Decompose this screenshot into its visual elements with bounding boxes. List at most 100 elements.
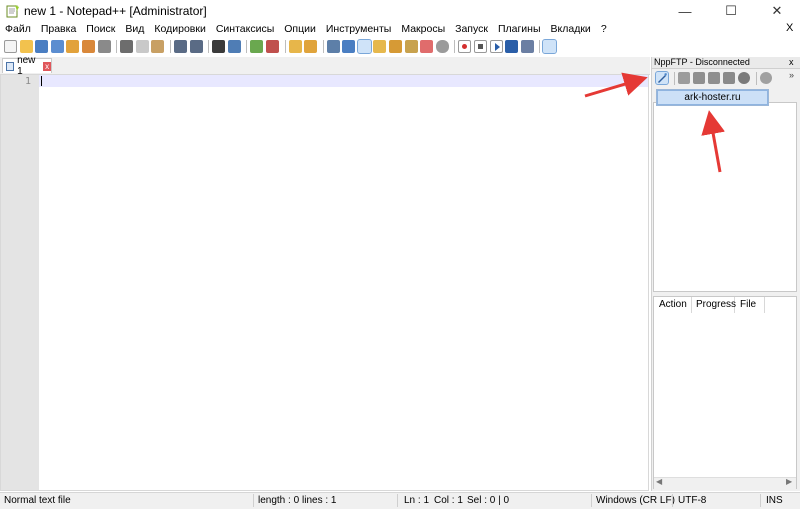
menu-macro[interactable]: Макросы bbox=[396, 22, 450, 37]
horizontal-scrollbar[interactable] bbox=[654, 477, 796, 489]
queue-column-action[interactable]: Action bbox=[654, 297, 692, 313]
editor-area[interactable] bbox=[0, 74, 649, 491]
line-number: 1 bbox=[24, 76, 31, 87]
refresh-icon[interactable] bbox=[723, 72, 735, 84]
run-macro-multiple-icon[interactable] bbox=[505, 40, 519, 53]
undo-icon[interactable] bbox=[173, 40, 187, 53]
menu-encoding[interactable]: Кодировки bbox=[149, 22, 210, 37]
menu-help[interactable]: ? bbox=[596, 22, 612, 37]
menu-window[interactable]: Вкладки bbox=[546, 22, 596, 37]
text-caret bbox=[41, 76, 42, 86]
word-wrap-icon[interactable] bbox=[326, 40, 340, 53]
status-separator bbox=[397, 494, 398, 507]
status-lines: lines : 1 bbox=[302, 495, 337, 506]
nppftp-close-icon[interactable]: x bbox=[789, 57, 794, 68]
upload-icon[interactable] bbox=[708, 72, 720, 84]
sync-horizontal-icon[interactable] bbox=[304, 40, 318, 53]
status-length: length : 0 bbox=[258, 495, 300, 506]
copy-icon[interactable] bbox=[135, 40, 149, 53]
nppftp-file-tree[interactable] bbox=[653, 102, 797, 292]
doc-map-icon[interactable] bbox=[373, 40, 387, 53]
replace-icon[interactable] bbox=[227, 40, 241, 53]
close-button[interactable]: ✕ bbox=[754, 0, 800, 22]
nppftp-title: NppFTP - Disconnected bbox=[654, 57, 750, 67]
settings-icon[interactable] bbox=[760, 72, 772, 84]
toolbar-separator bbox=[539, 40, 541, 53]
toolbar-separator bbox=[454, 40, 456, 53]
doc-switcher-icon[interactable] bbox=[420, 40, 434, 53]
window-title: new 1 - Notepad++ [Administrator] bbox=[24, 4, 207, 18]
menu-language[interactable]: Синтаксисы bbox=[211, 22, 279, 37]
indent-guide-icon[interactable] bbox=[356, 39, 372, 54]
sync-vertical-icon[interactable] bbox=[288, 40, 302, 53]
play-macro-icon[interactable] bbox=[489, 40, 503, 53]
toolbar-separator bbox=[756, 71, 757, 85]
folder-workspace-icon[interactable] bbox=[404, 40, 418, 53]
print-icon[interactable] bbox=[97, 40, 111, 53]
minimize-button[interactable]: — bbox=[662, 0, 708, 22]
zoom-out-icon[interactable] bbox=[265, 40, 279, 53]
scroll-right-icon[interactable]: ▶ bbox=[786, 477, 792, 486]
document-icon bbox=[6, 61, 15, 71]
download-icon[interactable] bbox=[693, 72, 705, 84]
record-macro-icon[interactable] bbox=[458, 40, 472, 53]
tab-close-icon[interactable]: x bbox=[43, 61, 51, 71]
find-icon[interactable] bbox=[212, 40, 226, 53]
stop-record-icon[interactable] bbox=[474, 40, 488, 53]
toolbar-separator bbox=[116, 40, 118, 53]
status-separator bbox=[253, 494, 254, 507]
queue-column-file[interactable]: File bbox=[735, 297, 765, 313]
nppftp-toolbar bbox=[652, 69, 800, 87]
maximize-button[interactable]: ☐ bbox=[708, 0, 754, 22]
toolbar-separator bbox=[208, 40, 210, 53]
status-file-type: Normal text file bbox=[4, 495, 71, 506]
status-line: Ln : 1 bbox=[404, 495, 430, 506]
toolbar-separator bbox=[246, 40, 248, 53]
redo-icon[interactable] bbox=[189, 40, 203, 53]
menu-settings[interactable]: Опции bbox=[279, 22, 321, 37]
close-all-icon[interactable] bbox=[81, 40, 95, 53]
menu-plugins[interactable]: Плагины bbox=[493, 22, 546, 37]
scroll-left-icon[interactable]: ◀ bbox=[656, 477, 662, 486]
function-list-icon[interactable] bbox=[389, 40, 403, 53]
menu-tools[interactable]: Инструменты bbox=[321, 22, 396, 37]
close-icon[interactable] bbox=[66, 40, 80, 53]
zoom-in-icon[interactable] bbox=[250, 40, 264, 53]
status-column: Col : 1 bbox=[434, 495, 463, 506]
main-toolbar bbox=[0, 38, 800, 55]
save-icon[interactable] bbox=[35, 40, 49, 53]
save-all-icon[interactable] bbox=[50, 40, 64, 53]
menu-bar: Файл Правка Поиск Вид Кодировки Синтакси… bbox=[0, 22, 800, 37]
notepad-plus-plus-icon bbox=[6, 5, 19, 18]
profile-item[interactable]: ark-hoster.ru bbox=[657, 90, 768, 105]
menu-edit[interactable]: Правка bbox=[36, 22, 81, 37]
status-separator bbox=[591, 494, 592, 507]
paste-icon[interactable] bbox=[151, 40, 165, 53]
connect-icon[interactable] bbox=[655, 71, 669, 85]
status-encoding: UTF-8 bbox=[678, 495, 707, 506]
menu-file[interactable]: Файл bbox=[0, 22, 36, 37]
new-file-icon[interactable] bbox=[4, 40, 17, 53]
close-document-button[interactable]: X bbox=[786, 22, 793, 34]
cut-icon[interactable] bbox=[120, 40, 134, 53]
status-separator bbox=[760, 494, 761, 507]
menu-view[interactable]: Вид bbox=[120, 22, 149, 37]
menu-run[interactable]: Запуск bbox=[450, 22, 493, 37]
transfer-queue bbox=[653, 296, 797, 489]
queue-column-progress[interactable]: Progress bbox=[691, 297, 736, 313]
chevron-more-icon[interactable]: » bbox=[789, 70, 794, 80]
open-file-icon[interactable] bbox=[19, 40, 33, 53]
tab-new-1[interactable]: new 1 x bbox=[2, 55, 52, 77]
toolbar-separator bbox=[322, 40, 324, 53]
all-chars-icon[interactable] bbox=[342, 40, 356, 53]
disconnect-icon[interactable] bbox=[678, 72, 690, 84]
menu-search[interactable]: Поиск bbox=[81, 22, 120, 37]
save-macro-icon[interactable] bbox=[520, 40, 534, 53]
tab-bar bbox=[0, 57, 650, 75]
current-line-highlight bbox=[39, 75, 648, 87]
monitoring-icon[interactable] bbox=[435, 40, 449, 53]
nppftp-icon[interactable] bbox=[542, 39, 558, 54]
toolbar-separator bbox=[169, 40, 171, 53]
status-insert-mode: INS bbox=[766, 495, 783, 506]
abort-icon[interactable] bbox=[738, 72, 750, 84]
